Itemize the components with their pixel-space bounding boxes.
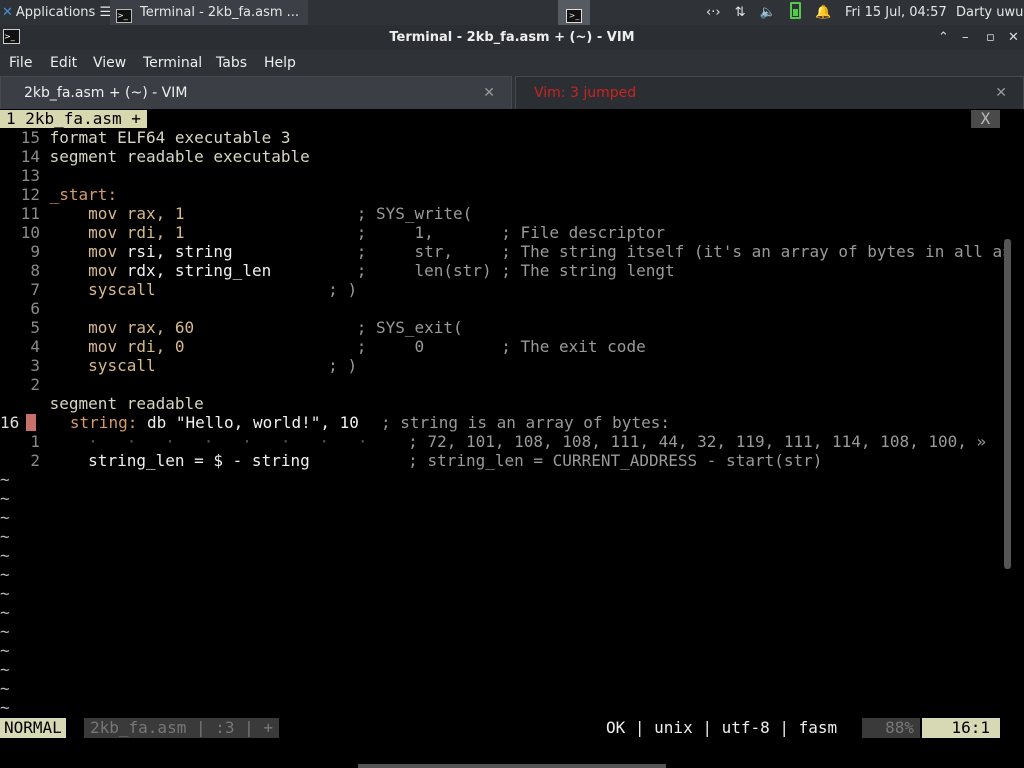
notification-bell-icon[interactable]: 🔔 [815,5,831,20]
terminal-icon: >_ [116,9,132,23]
code-line: 15 format ELF64 executable 3 [20,128,291,147]
taskbar-window-button[interactable]: >_ Terminal - 2kb_fa.asm ... [110,0,308,25]
text-cursor [25,414,36,431]
empty-line-marker: ~ [0,603,10,622]
code-line: 1 · · · · · · · ·; 72, 101, 108, 108, 11… [30,432,987,451]
empty-line-marker: ~ [0,622,10,641]
empty-line-marker: ~ [0,470,10,489]
applications-label: Applications [15,5,96,20]
code-line: 8 mov rdx, string_len; len(str) ; The st… [30,261,675,280]
menu-terminal[interactable]: Terminal [143,50,202,76]
code-line: segment readable [49,394,204,413]
scroll-percent: 88% [862,718,920,738]
empty-line-marker: ~ [0,546,10,565]
code-line: 3 syscall; ) [30,356,358,375]
tab-label: 2kb_fa.asm + (~) - VIM [24,85,188,101]
horizontal-scrollbar[interactable] [358,764,666,768]
menu-bar: File Edit View Terminal Tabs Help [0,50,1024,76]
empty-line-marker: ~ [0,679,10,698]
battery-icon[interactable] [790,2,802,19]
code-line: 10 mov rdi, 1; 1, ; File descriptor [20,223,665,242]
tab-second[interactable]: Vim: 3 jumped ✕ [515,76,1024,109]
empty-line-marker: ~ [0,489,10,508]
close-window-icon[interactable]: ✕ [1008,25,1019,50]
vim-tabline: 1 2kb_fa.asm + X [0,109,1024,128]
clock[interactable]: Fri 15 Jul, 04:57 [845,0,947,25]
terminal-icon: >_ [566,9,582,23]
code-line: 11 mov rax, 1; SYS_write( [20,204,473,223]
code-line: 2 [30,375,40,394]
xfce-logo-icon: ✕ [2,5,13,20]
empty-line-marker: ~ [0,584,10,603]
code-line: 6 [30,299,40,318]
close-tab-icon[interactable]: ✕ [995,77,1007,109]
empty-line-marker: ~ [0,660,10,679]
empty-line-marker: ~ [0,641,10,660]
empty-line-marker: ~ [0,698,10,717]
maximize-chevron-icon[interactable]: ⌃ [938,25,949,50]
file-format-info: OK | unix | utf-8 | fasm [606,718,838,737]
window-title: Terminal - 2kb_fa.asm + (~) - VIM [389,30,635,45]
tab-label: Vim: 3 jumped [534,85,637,101]
vertical-scrollbar[interactable] [1004,239,1011,569]
code-line: 7 syscall; ) [30,280,358,299]
top-panel: ✕ Applications ☰ >_ Terminal - 2kb_fa.asm … [0,0,1024,25]
user-menu[interactable]: Darty uwu [956,0,1023,25]
terminal-launcher-button[interactable]: >_ [558,0,590,25]
transfer-icon[interactable]: ⇅ [735,5,746,20]
code-line: 5 mov rax, 60; SYS_exit( [30,318,463,337]
terminal-tabs: 2kb_fa.asm + (~) - VIM ✕ Vim: 3 jumped ✕ [0,76,1024,109]
menu-edit[interactable]: Edit [50,50,77,76]
code-line: 2 string_len = $ - string; string_len = … [30,451,823,470]
menu-help[interactable]: Help [264,50,296,76]
menu-file[interactable]: File [9,50,32,76]
code-line: 13 [20,166,40,185]
mode-indicator: NORMAL [0,718,66,738]
vim-buffer-tab[interactable]: 1 2kb_fa.asm + [0,110,147,128]
vim-close-button[interactable]: X [971,110,1000,128]
menu-tabs[interactable]: Tabs [216,50,247,76]
vim-statusline: NORMAL 2kb_fa.asm | :3 | + OK | unix | u… [0,718,1024,738]
cursor-position: 16:1 [922,718,1000,738]
minimize-icon[interactable]: – [962,25,969,50]
code-line: 14 segment readable executable [20,147,310,166]
tab-vim[interactable]: 2kb_fa.asm + (~) - VIM ✕ [0,76,512,109]
code-line: 4 mov rdi, 0; 0 ; The exit code [30,337,646,356]
empty-line-marker: ~ [0,527,10,546]
empty-line-marker: ~ [0,565,10,584]
file-info: 2kb_fa.asm | :3 | + [84,718,280,738]
close-tab-icon[interactable]: ✕ [483,77,495,109]
code-line: 12 _start: [20,185,118,204]
system-tray: ‹·› ⇅ 🔈 🔔 [706,0,841,25]
code-line: 9 mov rsi, string; str, ; The string its… [30,242,1012,261]
empty-line-marker: ~ [0,508,10,527]
applications-menu[interactable]: ✕ Applications ☰ [2,0,111,25]
code-line-current: 16 string: db "Hello, world!", 10; strin… [0,413,670,432]
window-titlebar[interactable]: >_ Terminal - 2kb_fa.asm + (~) - VIM ⌃ –… [0,25,1024,50]
network-icon[interactable]: ‹·› [706,5,721,20]
restore-icon[interactable]: ▫ [986,25,995,50]
volume-icon[interactable]: 🔈 [760,5,776,20]
taskbar-window-title: Terminal - 2kb_fa.asm ... [140,5,300,20]
terminal-area[interactable]: 1 2kb_fa.asm + X 15 format ELF64 executa… [0,109,1024,768]
menu-view[interactable]: View [93,50,126,76]
